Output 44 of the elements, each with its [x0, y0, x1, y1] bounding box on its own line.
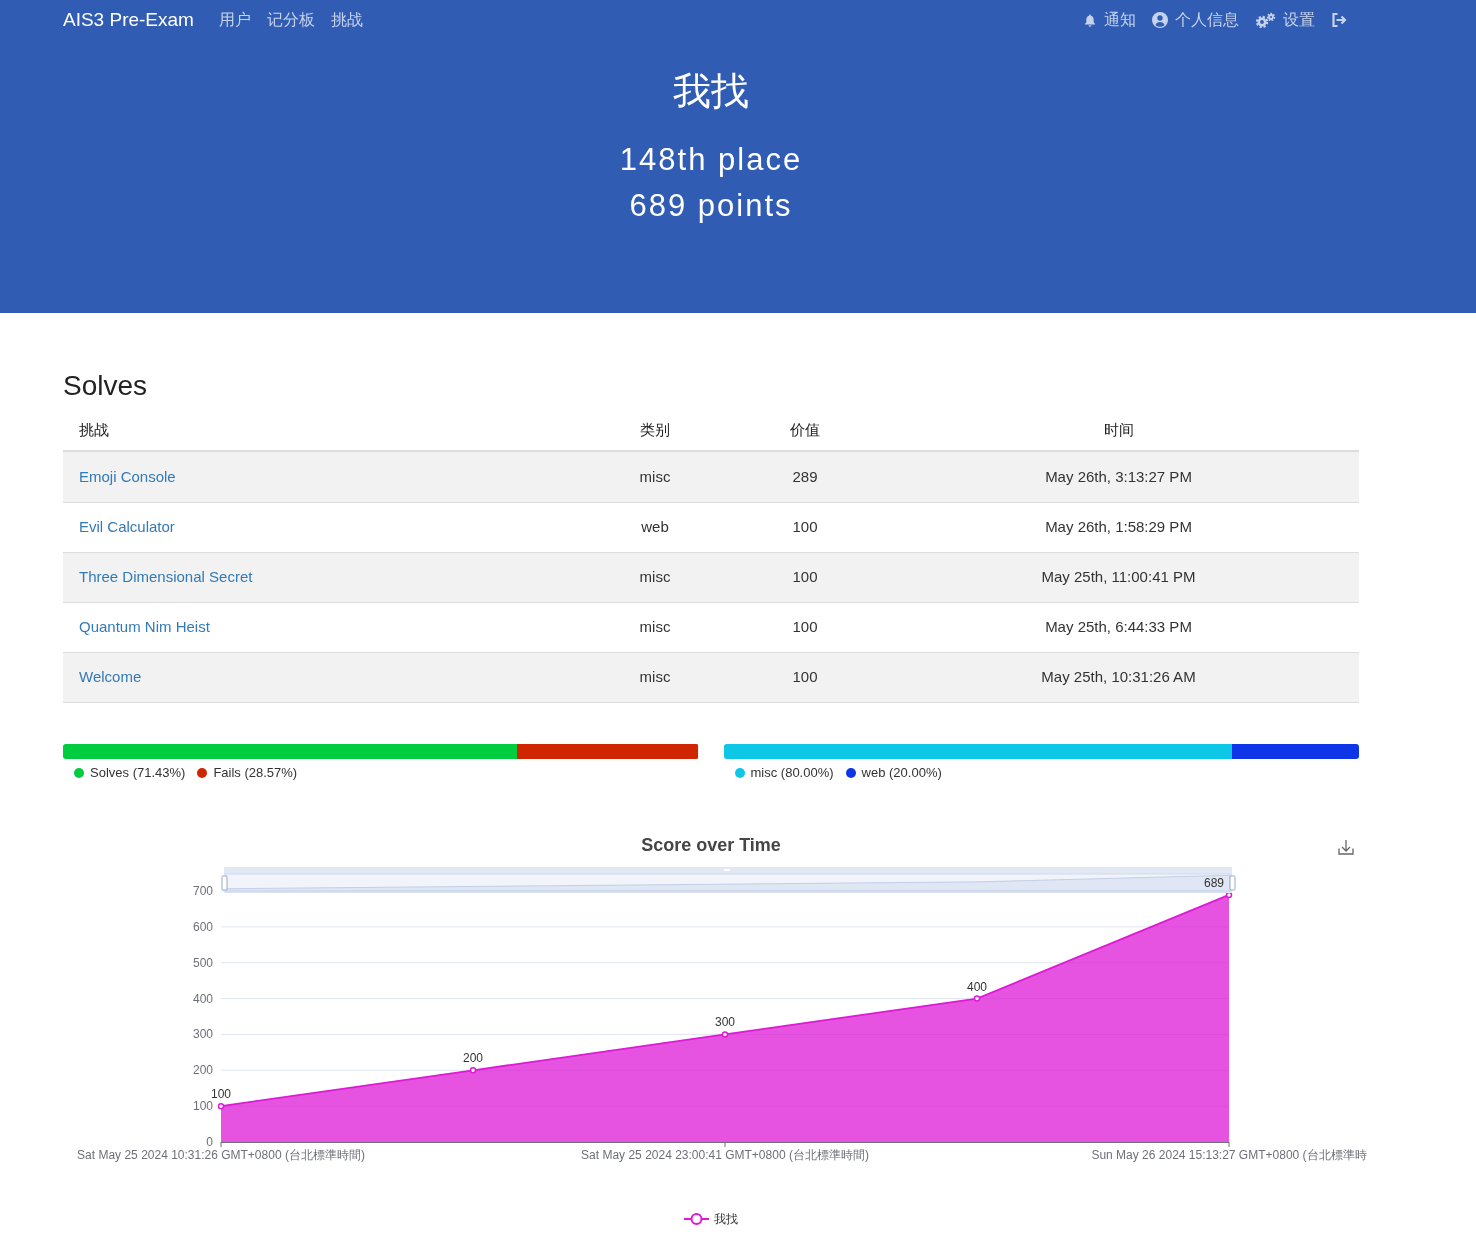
- data-label: 300: [715, 1015, 735, 1030]
- data-label: 100: [211, 1087, 231, 1102]
- legend-label: misc (80.00%): [750, 765, 834, 781]
- column-header: 价值: [790, 420, 820, 438]
- y-axis-label: 100: [192, 1099, 213, 1114]
- y-axis-label: 700: [192, 884, 213, 898]
- table-cell: misc: [639, 618, 671, 636]
- x-axis-label: Sun May 26 2024 15:13:27 GMT+0800 (台北標準時: [1091, 1148, 1367, 1162]
- table-cell: misc: [639, 467, 671, 485]
- column-header: 挑战: [79, 420, 109, 438]
- table-cell: misc: [639, 668, 671, 686]
- y-axis-label: 500: [192, 955, 213, 970]
- table-cell: 100: [792, 568, 818, 586]
- table-cell: May 25th, 11:00:41 PM: [1041, 568, 1196, 586]
- legend-label: Solves (71.43%): [90, 765, 186, 781]
- team-points: 689 points: [629, 187, 793, 225]
- table-cell: May 26th, 3:13:27 PM: [1045, 467, 1192, 485]
- table-cell: May 26th, 1:58:29 PM: [1045, 518, 1192, 536]
- column-header: 时间: [1103, 420, 1134, 438]
- x-axis-label: Sat May 25 2024 23:00:41 GMT+0800 (台北標準時間): [581, 1148, 869, 1162]
- table-cell: web: [641, 518, 669, 536]
- section-title: Solves: [63, 369, 148, 403]
- data-label: 200: [463, 1051, 483, 1066]
- x-axis-label: Sat May 25 2024 10:31:26 GMT+0800 (台北標準時間): [77, 1148, 365, 1162]
- column-header: 类别: [640, 420, 670, 438]
- table-cell: May 25th, 6:44:33 PM: [1045, 618, 1192, 636]
- team-name: 我找: [673, 69, 749, 114]
- y-axis-label: 0: [206, 1135, 213, 1149]
- table-cell: May 25th, 10:31:26 AM: [1041, 668, 1196, 686]
- table-cell: 100: [792, 668, 818, 686]
- chart-title: Score over Time: [641, 835, 781, 855]
- table-cell: misc: [639, 568, 671, 586]
- data-label: 400: [967, 979, 987, 994]
- y-axis-label: 600: [192, 919, 213, 934]
- table-cell: 100: [792, 518, 818, 536]
- legend-label: web (20.00%): [861, 765, 942, 781]
- data-label: 689: [1203, 875, 1224, 890]
- table-cell: 289: [792, 467, 818, 485]
- y-axis-label: 200: [192, 1063, 213, 1078]
- y-axis-label: 300: [192, 1027, 213, 1042]
- y-axis-label: 400: [192, 991, 213, 1006]
- table-cell: 100: [792, 618, 818, 636]
- team-place: 148th place: [619, 141, 803, 179]
- legend-label: Fails (28.57%): [213, 765, 298, 781]
